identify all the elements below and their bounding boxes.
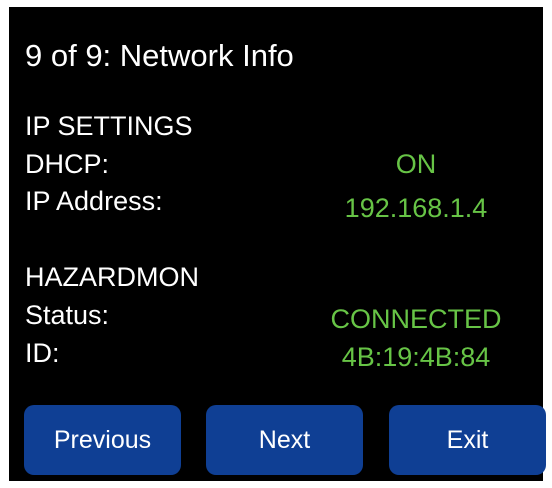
dhcp-value: ON bbox=[395, 149, 437, 179]
ip-address-label: IP Address: bbox=[25, 186, 163, 216]
status-label: Status: bbox=[25, 300, 110, 330]
dhcp-label: DHCP: bbox=[25, 149, 110, 179]
status-value: CONNECTED bbox=[330, 304, 502, 334]
hazardmon-id-value: 4B:19:4B:84 bbox=[341, 342, 491, 372]
exit-button[interactable]: Exit bbox=[389, 405, 546, 475]
next-button[interactable]: Next bbox=[206, 405, 363, 475]
ip-settings-heading: IP SETTINGS bbox=[25, 111, 193, 141]
hazardmon-heading: HAZARDMON bbox=[25, 262, 199, 292]
page-title: 9 of 9: Network Info bbox=[25, 38, 294, 73]
ip-address-value: 192.168.1.4 bbox=[344, 193, 488, 223]
previous-button[interactable]: Previous bbox=[24, 405, 181, 475]
hazardmon-id-label: ID: bbox=[25, 338, 60, 368]
network-info-screen: 9 of 9: Network Info IP SETTINGS DHCP: O… bbox=[9, 7, 546, 481]
